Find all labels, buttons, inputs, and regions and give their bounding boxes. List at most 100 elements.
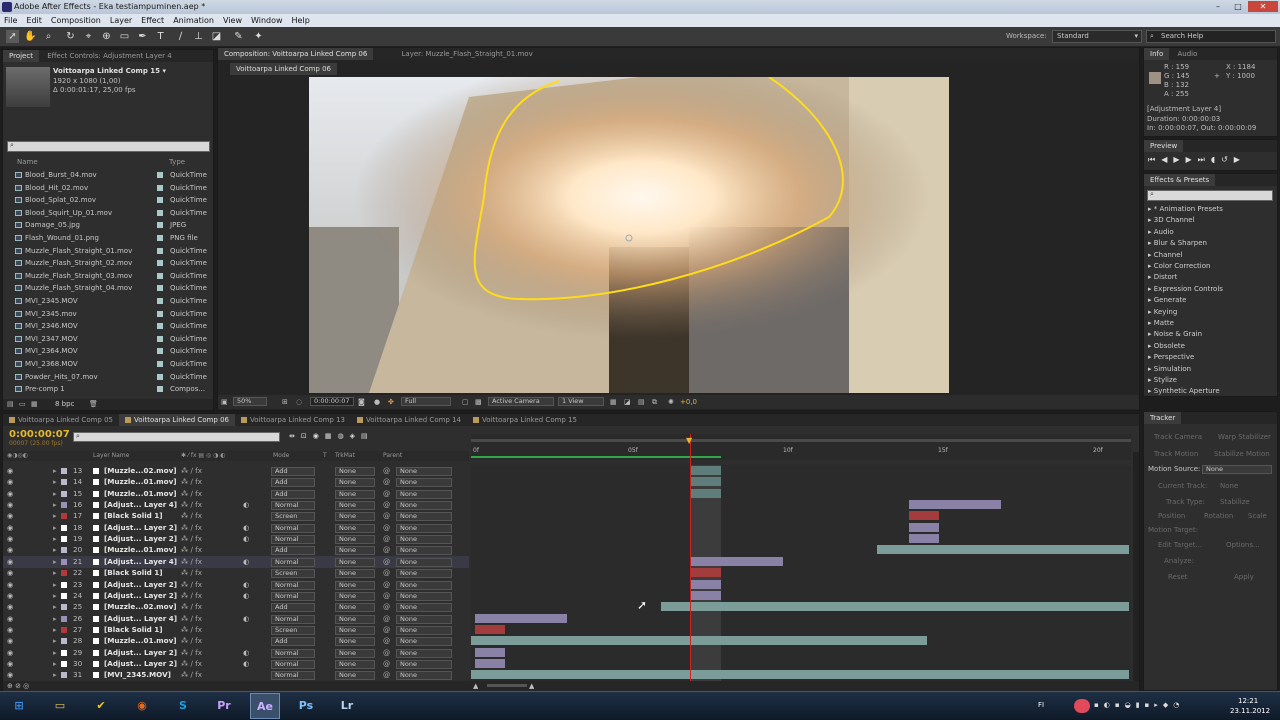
menu-effect[interactable]: Effect <box>141 14 164 27</box>
comp-name[interactable]: Voittoarpa Linked Comp 15 ▾ <box>53 67 166 75</box>
playhead-icon[interactable]: ▼ <box>686 436 692 445</box>
rotate-tool-icon[interactable]: ↻ <box>64 30 77 43</box>
audio-icon[interactable]: ◖ <box>1211 155 1221 164</box>
blend-mode-dropdown[interactable]: Normal <box>271 557 315 567</box>
trkmat-dropdown[interactable]: None <box>335 648 375 658</box>
search-help-input[interactable]: ⌕ Search Help <box>1146 30 1276 43</box>
layer-label-color[interactable] <box>61 581 67 588</box>
ram-preview-icon[interactable]: ▶ <box>1234 155 1246 164</box>
next-frame-icon[interactable]: ▶ <box>1186 155 1198 164</box>
safe-zones-icon[interactable]: ⊞ <box>282 398 288 406</box>
blend-mode-dropdown[interactable]: Normal <box>271 648 315 658</box>
exposure-value[interactable]: +0,0 <box>680 398 697 406</box>
project-item[interactable]: MVI_2345.MOV QuickTime <box>3 295 213 308</box>
parent-dropdown[interactable]: None <box>396 603 452 613</box>
close-button[interactable]: ✕ <box>1248 1 1278 12</box>
tab-layer[interactable]: Layer: Muzzle_Flash_Straight_01.mov <box>396 48 539 60</box>
label-color-chip[interactable] <box>157 335 163 342</box>
effect-category[interactable]: ▸ Color Correction <box>1148 261 1210 272</box>
blend-mode-dropdown[interactable]: Normal <box>271 501 315 511</box>
layer-duration-bar[interactable] <box>909 534 939 544</box>
trkmat-dropdown[interactable]: None <box>335 512 375 522</box>
effect-category[interactable]: ▸ Obsolete <box>1148 341 1185 352</box>
track-type-value[interactable]: Stabilize <box>1220 498 1250 506</box>
label-color-chip[interactable] <box>157 235 163 241</box>
layer-switches-icon[interactable]: ⁂ ∕ fx <box>181 669 202 681</box>
maximize-button[interactable]: □ <box>1228 1 1248 12</box>
layer-label-color[interactable] <box>61 592 67 599</box>
trkmat-dropdown[interactable]: None <box>335 557 375 567</box>
menu-edit[interactable]: Edit <box>26 14 42 27</box>
layer-label-color[interactable] <box>61 479 67 486</box>
parent-pickwhip-icon[interactable]: @ <box>383 669 390 681</box>
parent-dropdown[interactable]: None <box>396 546 452 556</box>
current-time-indicator[interactable] <box>690 434 691 681</box>
new-comp-icon[interactable]: ▦ <box>31 400 38 408</box>
trkmat-dropdown[interactable]: None <box>335 591 375 601</box>
label-color-chip[interactable] <box>157 298 163 304</box>
project-item[interactable]: Powder_Hits_07.mov QuickTime <box>3 371 213 384</box>
effect-category[interactable]: ▸ Blur & Sharpen <box>1148 238 1207 249</box>
parent-dropdown[interactable]: None <box>396 501 452 511</box>
layer-label-color[interactable] <box>61 524 67 531</box>
label-color-chip[interactable] <box>157 260 163 267</box>
tab-effects-presets[interactable]: Effects & Presets <box>1144 174 1216 186</box>
frame-blending-icon[interactable]: ▦ <box>325 432 338 440</box>
project-item[interactable]: Blood_Burst_04.mov QuickTime <box>3 169 213 182</box>
visibility-eye-icon[interactable]: ◉ <box>7 669 13 681</box>
timeline-tab[interactable]: Voittoarpa Linked Comp 14 <box>351 414 467 426</box>
menu-view[interactable]: View <box>223 14 242 27</box>
project-item[interactable]: MVI_2364.MOV QuickTime <box>3 345 213 358</box>
effects-search-input[interactable]: ⌕ <box>1147 190 1273 201</box>
project-item[interactable]: MVI_2368.MOV QuickTime <box>3 358 213 371</box>
scale-checkbox[interactable]: Scale <box>1248 512 1267 520</box>
trkmat-dropdown[interactable]: None <box>335 603 375 613</box>
region-of-interest-icon[interactable]: ▢ <box>462 398 469 406</box>
label-color-chip[interactable] <box>157 310 163 317</box>
label-color-chip[interactable] <box>157 197 163 204</box>
parent-dropdown[interactable]: None <box>396 557 452 567</box>
exposure-icon[interactable]: ✺ <box>668 398 674 406</box>
eraser-tool-icon[interactable]: ◪ <box>210 30 223 43</box>
label-color-chip[interactable] <box>157 386 163 393</box>
layer-label-color[interactable] <box>61 660 67 667</box>
project-item[interactable]: Muzzle_Flash_Straight_01.mov QuickTime <box>3 245 213 258</box>
clock-date[interactable]: 23.11.2012 <box>1230 707 1270 715</box>
label-color-chip[interactable] <box>157 209 163 216</box>
project-search-input[interactable]: ⌕ <box>7 141 210 152</box>
tab-tracker[interactable]: Tracker <box>1144 412 1182 424</box>
zoom-out-icon[interactable]: ▲ <box>473 682 478 690</box>
layer-duration-bar[interactable] <box>471 670 1129 680</box>
options-button[interactable]: Options... <box>1226 541 1260 549</box>
puppet-tool-icon[interactable]: ✦ <box>252 30 265 43</box>
blend-mode-dropdown[interactable]: Screen <box>271 625 315 635</box>
effect-category[interactable]: ▸ Noise & Grain <box>1148 329 1202 340</box>
timeline-tab[interactable]: Voittoarpa Linked Comp 15 <box>467 414 583 426</box>
magnification-dropdown[interactable]: 50% <box>233 397 267 406</box>
label-color-chip[interactable] <box>157 373 163 380</box>
layer-duration-bar[interactable] <box>475 647 505 657</box>
zoom-tool-icon[interactable]: ⌕ <box>42 30 55 43</box>
show-channel-icon[interactable]: ● <box>374 398 380 406</box>
project-item[interactable]: Muzzle_Flash_Straight_04.mov QuickTime <box>3 282 213 295</box>
trkmat-dropdown[interactable]: None <box>335 523 375 533</box>
time-ruler[interactable]: 0f 05f 10f 15f 20f <box>471 434 1131 460</box>
track-camera-button[interactable]: Track Camera <box>1154 433 1202 441</box>
parent-dropdown[interactable]: None <box>396 478 452 488</box>
work-area-bar[interactable] <box>471 439 1131 442</box>
label-color-chip[interactable] <box>157 323 163 330</box>
project-item[interactable]: MVI_2345.mov QuickTime <box>3 308 213 321</box>
menu-composition[interactable]: Composition <box>51 14 101 27</box>
clone-stamp-tool-icon[interactable]: ⊥ <box>192 30 205 43</box>
tab-info[interactable]: Info <box>1144 48 1170 60</box>
timeline-tab[interactable]: Voittoarpa Linked Comp 13 <box>235 414 351 426</box>
timeline-current-time[interactable]: 0:00:00:07 <box>9 429 70 440</box>
lightroom-icon[interactable]: Lr <box>332 693 362 719</box>
timeline-icon[interactable]: ▤ <box>638 398 645 406</box>
position-checkbox[interactable]: Position <box>1158 512 1185 520</box>
comp-flowchart-icon[interactable]: ⧉ <box>652 398 657 407</box>
prev-frame-icon[interactable]: ◀ <box>1161 155 1173 164</box>
label-color-chip[interactable] <box>157 172 163 178</box>
label-color-chip[interactable] <box>157 247 163 254</box>
blend-mode-dropdown[interactable]: Add <box>271 546 315 556</box>
